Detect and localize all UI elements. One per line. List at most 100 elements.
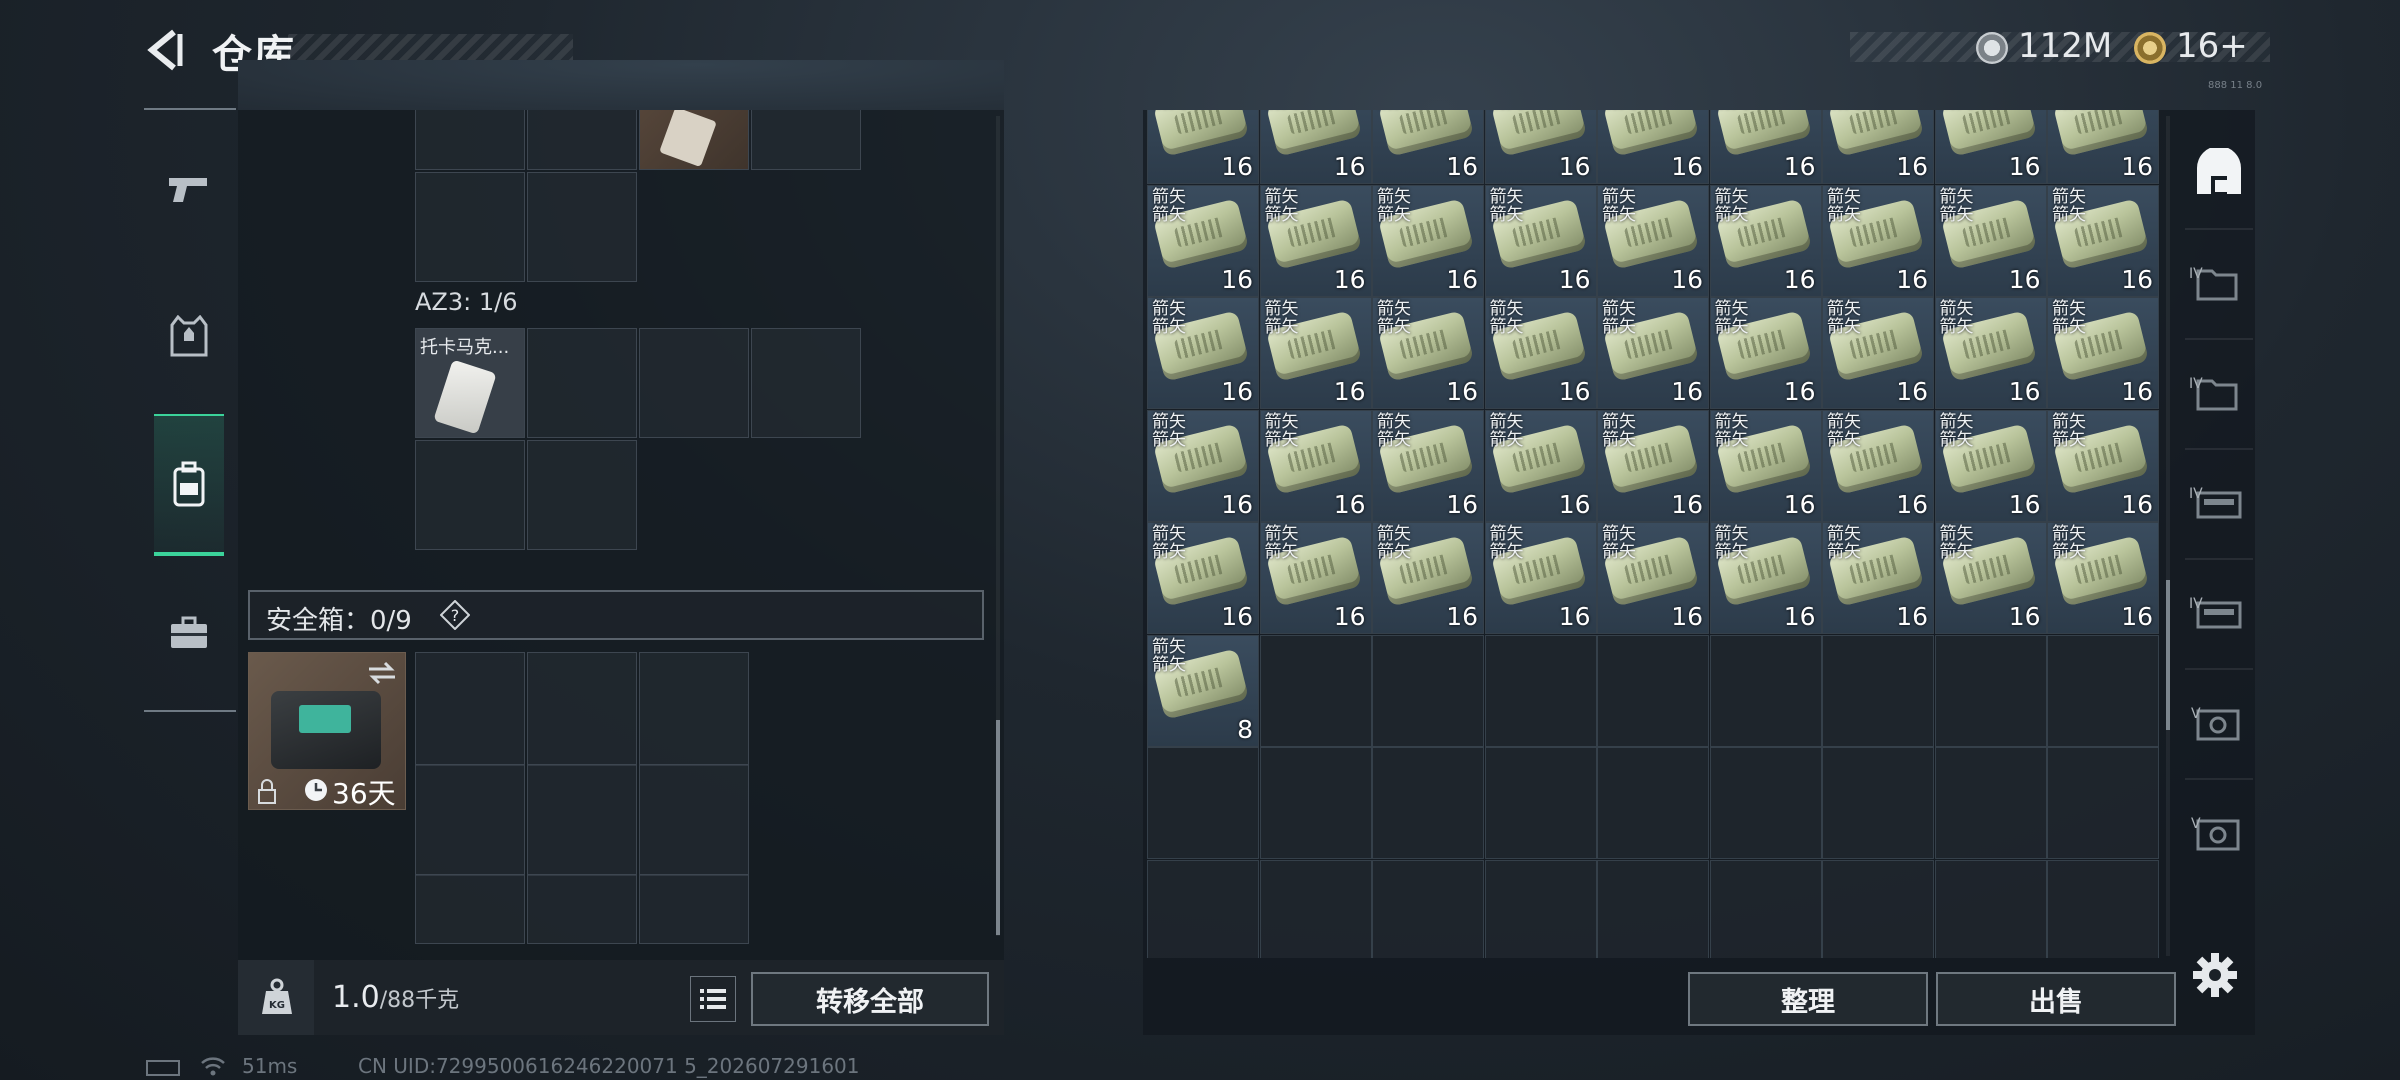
ammo-item-slot[interactable]: 箭矢箭矢16 — [1934, 297, 2047, 409]
sell-button[interactable]: 出售 — [1936, 972, 2176, 1026]
ammo-item-slot[interactable]: 箭矢箭矢16 — [1259, 110, 1372, 184]
empty-grid-slot[interactable] — [1259, 859, 1372, 958]
nav-tab-armor[interactable] — [154, 294, 224, 380]
safe-slot[interactable] — [415, 874, 525, 944]
safe-slot[interactable] — [527, 764, 637, 876]
empty-grid-slot[interactable] — [1372, 859, 1484, 958]
ammo-item-slot[interactable]: 箭矢箭矢16 — [1147, 184, 1259, 297]
ammo-item-slot[interactable]: 箭矢箭矢16 — [1484, 110, 1597, 184]
ammo-item-slot[interactable]: 箭矢箭矢16 — [2047, 297, 2159, 409]
ammo-item-slot[interactable]: 箭矢箭矢16 — [1597, 409, 1709, 522]
safe-slot[interactable] — [639, 652, 749, 766]
settings-gear-icon[interactable] — [2190, 950, 2240, 1000]
ammo-item-slot[interactable]: 箭矢箭矢16 — [1372, 110, 1484, 184]
ammo-item-slot[interactable]: 箭矢箭矢16 — [1484, 522, 1597, 634]
empty-grid-slot[interactable] — [2047, 634, 2159, 747]
sort-button[interactable]: 整理 — [1688, 972, 1928, 1026]
ammo-item-slot[interactable]: 箭矢箭矢16 — [1934, 409, 2047, 522]
empty-grid-slot[interactable] — [1709, 747, 1822, 859]
nav-tab-backpack[interactable] — [154, 414, 224, 556]
empty-grid-slot[interactable] — [1372, 634, 1484, 747]
right-scrollbar-thumb[interactable] — [2166, 580, 2170, 730]
safe-slot[interactable] — [527, 652, 637, 766]
grid-slot[interactable] — [527, 172, 637, 282]
storage-tab-7[interactable]: V — [2185, 778, 2253, 888]
ammo-item-slot[interactable]: 箭矢箭矢16 — [1484, 409, 1597, 522]
safe-slot[interactable] — [415, 764, 525, 876]
ammo-item-slot[interactable]: 箭矢箭矢16 — [1709, 184, 1822, 297]
grid-slot-item[interactable]: 托卡马克... — [415, 328, 525, 438]
ammo-item-slot[interactable]: 箭矢箭矢16 — [1484, 297, 1597, 409]
storage-tab-2[interactable]: IV — [2185, 228, 2253, 340]
empty-grid-slot[interactable] — [1372, 747, 1484, 859]
nav-tab-weapons[interactable] — [154, 146, 224, 232]
transfer-all-button[interactable]: 转移全部 — [751, 972, 989, 1026]
help-icon[interactable]: ? — [440, 600, 470, 630]
list-view-button[interactable] — [690, 976, 736, 1022]
ammo-item-slot[interactable]: 箭矢箭矢16 — [1934, 110, 2047, 184]
ammo-item-slot[interactable]: 箭矢箭矢16 — [1822, 184, 1934, 297]
ammo-item-slot[interactable]: 箭矢箭矢16 — [1147, 409, 1259, 522]
empty-grid-slot[interactable] — [2047, 859, 2159, 958]
empty-grid-slot[interactable] — [1259, 634, 1372, 747]
grid-slot[interactable] — [415, 172, 525, 282]
ammo-item-slot[interactable]: 箭矢箭矢16 — [1934, 522, 2047, 634]
grid-slot[interactable] — [751, 328, 861, 438]
right-scrollbar-track[interactable] — [2166, 116, 2170, 956]
left-scrollbar-thumb[interactable] — [996, 720, 1000, 935]
empty-grid-slot[interactable] — [1484, 859, 1597, 958]
ammo-item-slot[interactable]: 箭矢箭矢16 — [1259, 297, 1372, 409]
ammo-item-slot[interactable]: 箭矢箭矢16 — [2047, 110, 2159, 184]
empty-grid-slot[interactable] — [1147, 859, 1259, 958]
storage-tab-4[interactable]: IV — [2185, 448, 2253, 560]
empty-grid-slot[interactable] — [1484, 747, 1597, 859]
empty-grid-slot[interactable] — [1822, 634, 1934, 747]
empty-grid-slot[interactable] — [1484, 634, 1597, 747]
ammo-item-slot[interactable]: 箭矢箭矢16 — [2047, 409, 2159, 522]
storage-tab-main[interactable] — [2185, 118, 2253, 230]
safe-slot[interactable] — [639, 874, 749, 944]
swap-icon[interactable] — [367, 661, 397, 685]
empty-grid-slot[interactable] — [1597, 634, 1709, 747]
grid-slot[interactable] — [415, 440, 525, 550]
ammo-item-slot[interactable]: 箭矢箭矢16 — [1259, 184, 1372, 297]
ammo-item-slot[interactable]: 箭矢箭矢16 — [1259, 409, 1372, 522]
nav-tab-briefcase[interactable] — [154, 590, 224, 676]
back-arrow-icon[interactable] — [140, 26, 188, 74]
ammo-item-slot[interactable]: 箭矢箭矢16 — [1597, 522, 1709, 634]
safe-slot[interactable] — [639, 764, 749, 876]
empty-grid-slot[interactable] — [1934, 634, 2047, 747]
ammo-item-slot[interactable]: 箭矢箭矢16 — [1147, 110, 1259, 184]
grid-slot[interactable] — [639, 328, 749, 438]
storage-tab-3[interactable]: IV — [2185, 338, 2253, 450]
ammo-item-slot[interactable]: 箭矢箭矢16 — [1822, 409, 1934, 522]
storage-tab-5[interactable]: IV — [2185, 558, 2253, 670]
empty-grid-slot[interactable] — [2047, 747, 2159, 859]
empty-grid-slot[interactable] — [1147, 747, 1259, 859]
ammo-item-slot[interactable]: 箭矢 箭矢 8 — [1147, 634, 1259, 747]
ammo-item-slot[interactable]: 箭矢箭矢16 — [1372, 522, 1484, 634]
ammo-item-slot[interactable]: 箭矢箭矢16 — [1709, 522, 1822, 634]
ammo-item-slot[interactable]: 箭矢箭矢16 — [1259, 522, 1372, 634]
grid-slot[interactable] — [527, 328, 637, 438]
ammo-item-slot[interactable]: 箭矢箭矢16 — [1484, 184, 1597, 297]
storage-tab-6[interactable]: V — [2185, 668, 2253, 780]
safe-slot[interactable] — [415, 652, 525, 766]
empty-grid-slot[interactable] — [1934, 859, 2047, 958]
ammo-item-slot[interactable]: 箭矢箭矢16 — [1372, 297, 1484, 409]
safe-slot[interactable] — [527, 874, 637, 944]
empty-grid-slot[interactable] — [1822, 859, 1934, 958]
empty-grid-slot[interactable] — [1597, 859, 1709, 958]
ammo-item-slot[interactable]: 箭矢箭矢16 — [1934, 184, 2047, 297]
ammo-item-slot[interactable]: 箭矢箭矢16 — [1822, 522, 1934, 634]
empty-grid-slot[interactable] — [1259, 747, 1372, 859]
ammo-item-slot[interactable]: 箭矢箭矢16 — [1709, 110, 1822, 184]
ammo-item-slot[interactable]: 箭矢箭矢16 — [2047, 184, 2159, 297]
ammo-item-slot[interactable]: 箭矢箭矢16 — [1597, 110, 1709, 184]
empty-grid-slot[interactable] — [1822, 747, 1934, 859]
ammo-item-slot[interactable]: 箭矢箭矢16 — [1709, 297, 1822, 409]
ammo-item-slot[interactable]: 箭矢箭矢16 — [1597, 184, 1709, 297]
ammo-item-slot[interactable]: 箭矢箭矢16 — [1147, 297, 1259, 409]
empty-grid-slot[interactable] — [1709, 859, 1822, 958]
ammo-item-slot[interactable]: 箭矢箭矢16 — [1147, 522, 1259, 634]
